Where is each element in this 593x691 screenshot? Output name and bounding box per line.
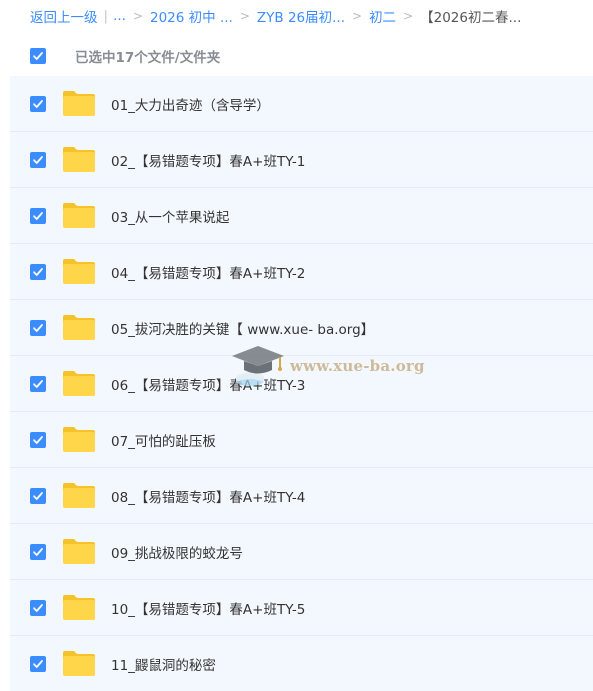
file-row[interactable]: 10_【易错题专项】春A+班TY-5 — [10, 580, 593, 636]
check-icon — [33, 155, 43, 164]
file-row[interactable]: 03_从一个苹果说起 — [10, 188, 593, 244]
file-row[interactable]: 04_【易错题专项】春A+班TY-2 — [10, 244, 593, 300]
breadcrumb-separator: > — [352, 9, 363, 23]
file-list: 01_大力出奇迹（含导学） 02_【易错题专项】春A+班TY-1 03_从一个苹果说… — [10, 76, 593, 691]
file-checkbox[interactable] — [30, 319, 46, 336]
file-row[interactable]: 02_【易错题专项】春A+班TY-1 — [10, 132, 593, 188]
file-browser: 返回上一级 | ... > 2026 初中 ... > ZYB 26届初... … — [0, 0, 593, 691]
file-checkbox[interactable] — [30, 599, 46, 616]
file-checkbox[interactable] — [30, 95, 46, 112]
breadcrumb-item-grade[interactable]: 初二 — [369, 6, 396, 26]
select-all-checkbox[interactable] — [30, 48, 46, 64]
file-checkbox[interactable] — [30, 375, 46, 392]
breadcrumb: 返回上一级 | ... > 2026 初中 ... > ZYB 26届初... … — [0, 0, 593, 32]
check-icon — [33, 435, 43, 444]
file-checkbox[interactable] — [30, 655, 46, 672]
folder-icon — [62, 538, 96, 565]
file-checkbox[interactable] — [30, 431, 46, 448]
file-name[interactable]: 01_大力出奇迹（含导学） — [111, 94, 270, 114]
breadcrumb-item-zyb[interactable]: ZYB 26届初... — [257, 6, 345, 26]
folder-icon — [62, 594, 96, 621]
file-name[interactable]: 03_从一个苹果说起 — [111, 206, 229, 226]
file-checkbox[interactable] — [30, 207, 46, 224]
file-row[interactable]: 06_【易错题专项】春A+班TY-3 — [10, 356, 593, 412]
breadcrumb-current: 【2026初二春... — [420, 10, 522, 26]
folder-icon — [62, 650, 96, 677]
folder-icon — [62, 146, 96, 173]
file-row[interactable]: 01_大力出奇迹（含导学） — [10, 76, 593, 132]
list-header: 已选中17个文件/文件夹 — [10, 36, 593, 76]
file-checkbox[interactable] — [30, 543, 46, 560]
folder-icon — [62, 202, 96, 229]
breadcrumb-separator: > — [403, 9, 414, 23]
file-row[interactable]: 11_鼹鼠洞的秘密 — [10, 636, 593, 691]
folder-icon — [62, 426, 96, 453]
file-name[interactable]: 11_鼹鼠洞的秘密 — [111, 654, 216, 674]
file-name[interactable]: 07_可怕的趾压板 — [111, 430, 216, 450]
folder-icon — [62, 370, 96, 397]
folder-icon — [62, 258, 96, 285]
breadcrumb-divider: | — [103, 8, 109, 24]
check-icon — [33, 547, 43, 556]
check-icon — [33, 603, 43, 612]
file-checkbox[interactable] — [30, 487, 46, 504]
file-name[interactable]: 02_【易错题专项】春A+班TY-1 — [111, 150, 305, 170]
check-icon — [33, 659, 43, 668]
folder-icon — [62, 314, 96, 341]
file-name[interactable]: 10_【易错题专项】春A+班TY-5 — [111, 598, 305, 618]
check-icon — [33, 267, 43, 276]
check-icon — [33, 379, 43, 388]
file-row[interactable]: 09_挑战极限的蛟龙号 — [10, 524, 593, 580]
selection-count: 已选中17个文件/文件夹 — [75, 50, 221, 66]
check-icon — [33, 491, 43, 500]
file-checkbox[interactable] — [30, 151, 46, 168]
breadcrumb-item-2026[interactable]: 2026 初中 ... — [150, 6, 233, 26]
check-icon — [33, 323, 43, 332]
check-icon — [33, 99, 43, 108]
file-row[interactable]: 08_【易错题专项】春A+班TY-4 — [10, 468, 593, 524]
folder-icon — [62, 90, 96, 117]
back-link[interactable]: 返回上一级 — [30, 6, 98, 26]
check-icon — [33, 52, 43, 60]
file-row[interactable]: 07_可怕的趾压板 — [10, 412, 593, 468]
breadcrumb-ellipsis[interactable]: ... — [113, 8, 126, 24]
file-name[interactable]: 09_挑战极限的蛟龙号 — [111, 542, 243, 562]
breadcrumb-separator: > — [239, 9, 250, 23]
file-name[interactable]: 05_拔河决胜的关键【 www.xue- ba.org】 — [111, 318, 374, 338]
file-name[interactable]: 04_【易错题专项】春A+班TY-2 — [111, 262, 305, 282]
file-name[interactable]: 06_【易错题专项】春A+班TY-3 — [111, 374, 305, 394]
folder-icon — [62, 482, 96, 509]
check-icon — [33, 211, 43, 220]
file-row[interactable]: 05_拔河决胜的关键【 www.xue- ba.org】 — [10, 300, 593, 356]
file-name[interactable]: 08_【易错题专项】春A+班TY-4 — [111, 486, 305, 506]
file-checkbox[interactable] — [30, 263, 46, 280]
breadcrumb-separator: > — [132, 9, 143, 23]
